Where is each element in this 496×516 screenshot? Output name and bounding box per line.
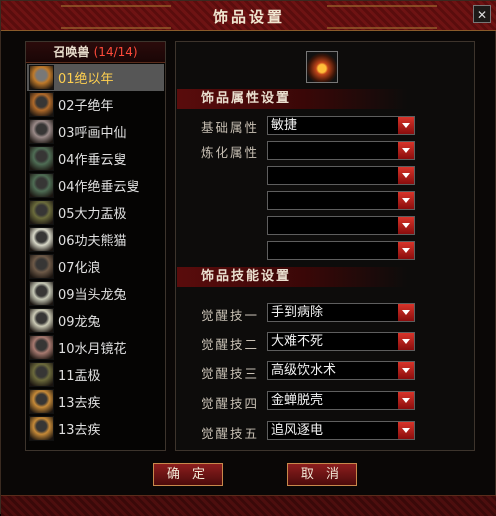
summon-name: 02子绝年 — [58, 99, 114, 114]
skill-dropdown-5[interactable]: 追风逐电 — [267, 421, 415, 440]
summon-avatar — [29, 362, 54, 387]
skill-label-5: 觉醒技五 — [201, 426, 260, 441]
summon-name: 05大力盂极 — [58, 207, 127, 222]
summon-list-item[interactable]: 10水月镜花 — [27, 334, 164, 361]
summon-avatar — [29, 335, 54, 360]
base-attr-dropdown[interactable]: 敏捷 — [267, 116, 415, 135]
summon-avatar — [29, 281, 54, 306]
summon-name: 13去疾 — [58, 396, 101, 411]
chevron-down-icon[interactable] — [398, 304, 414, 321]
summon-avatar — [29, 92, 54, 117]
skill-dropdown-1[interactable]: 手到病除 — [267, 303, 415, 322]
summon-list-panel: 召唤兽 (14/14) 01绝以年 02子绝年 03呼画中仙 04作垂云叟 04作绝垂云… — [25, 41, 166, 451]
bottom-decoration — [1, 495, 496, 516]
summon-name: 09龙兔 — [58, 315, 101, 330]
chevron-down-icon[interactable] — [398, 167, 414, 184]
summon-count: (14/14) — [93, 45, 138, 59]
summon-name: 10水月镜花 — [58, 342, 127, 357]
base-attr-value: 敏捷 — [271, 118, 298, 133]
summon-list-item[interactable]: 13去疾 — [27, 388, 164, 415]
chevron-down-icon[interactable] — [398, 392, 414, 409]
refine-attr-dropdown-3[interactable] — [267, 191, 415, 210]
refine-attr-dropdown-2[interactable] — [267, 166, 415, 185]
accessory-slot-icon[interactable] — [306, 51, 338, 83]
summon-avatar — [29, 308, 54, 333]
summon-avatar — [29, 227, 54, 252]
summon-name: 07化浪 — [58, 261, 101, 276]
skill-dropdown-2[interactable]: 大难不死 — [267, 332, 415, 351]
summon-name: 03呼画中仙 — [58, 126, 127, 141]
window-title: 饰品设置 — [212, 8, 285, 26]
summon-avatar — [29, 254, 54, 279]
skill-section-header: 饰品技能设置 — [177, 267, 407, 287]
skill-label-2: 觉醒技二 — [201, 337, 260, 352]
base-attr-label: 基础属性 — [201, 120, 260, 135]
summon-list-item[interactable]: 02子绝年 — [27, 91, 164, 118]
summon-name: 04作垂云叟 — [58, 153, 127, 168]
close-button[interactable]: ✕ — [473, 5, 491, 23]
summon-list-item[interactable]: 06功夫熊猫 — [27, 226, 164, 253]
summon-list-item[interactable]: 04作垂云叟 — [27, 145, 164, 172]
refine-attr-dropdown-5[interactable] — [267, 241, 415, 260]
summon-list-item[interactable]: 07化浪 — [27, 253, 164, 280]
summon-list-item[interactable]: 11盂极 — [27, 361, 164, 388]
chevron-down-icon[interactable] — [398, 192, 414, 209]
summon-avatar — [29, 416, 54, 441]
chevron-down-icon[interactable] — [398, 242, 414, 259]
summon-avatar — [29, 200, 54, 225]
summon-avatar — [29, 119, 54, 144]
chevron-down-icon[interactable] — [398, 362, 414, 379]
refine-attr-dropdown-1[interactable] — [267, 141, 415, 160]
skill-value-3: 高级饮水术 — [271, 363, 337, 378]
summon-name: 01绝以年 — [58, 72, 114, 87]
chevron-down-icon[interactable] — [398, 217, 414, 234]
skill-value-4: 金蝉脱壳 — [271, 393, 324, 408]
summon-name: 06功夫熊猫 — [58, 234, 127, 249]
summon-list-title: 召唤兽 — [53, 45, 90, 59]
skill-label-1: 觉醒技一 — [201, 308, 260, 323]
skill-label-3: 觉醒技三 — [201, 366, 260, 381]
summon-list-item[interactable]: 09龙兔 — [27, 307, 164, 334]
close-icon: ✕ — [476, 8, 488, 22]
summon-avatar — [29, 146, 54, 171]
skill-dropdown-3[interactable]: 高级饮水术 — [267, 361, 415, 380]
refine-attr-label: 炼化属性 — [201, 145, 260, 160]
summon-name: 11盂极 — [58, 369, 101, 384]
summon-name: 13去疾 — [58, 423, 101, 438]
summon-avatar — [29, 389, 54, 414]
title-bar[interactable]: 饰品设置 ✕ — [1, 1, 496, 31]
summon-list-item[interactable]: 01绝以年 — [27, 64, 164, 91]
refine-attr-dropdown-4[interactable] — [267, 216, 415, 235]
confirm-button[interactable]: 确 定 — [153, 463, 223, 486]
skill-value-5: 追风逐电 — [271, 423, 324, 438]
skill-value-1: 手到病除 — [271, 305, 324, 320]
summon-list-item[interactable]: 04作绝垂云叟 — [27, 172, 164, 199]
summon-list-item[interactable]: 05大力盂极 — [27, 199, 164, 226]
chevron-down-icon[interactable] — [398, 333, 414, 350]
summon-list-item[interactable]: 09当头龙兔 — [27, 280, 164, 307]
summon-name: 09当头龙兔 — [58, 288, 127, 303]
cancel-button[interactable]: 取 消 — [287, 463, 357, 486]
summon-avatar — [29, 173, 54, 198]
attr-section-header: 饰品属性设置 — [177, 89, 407, 109]
accessory-settings-window: 饰品设置 ✕ 召唤兽 (14/14) 01绝以年 02子绝年 03呼画中仙 04作垂云… — [0, 0, 496, 516]
chevron-down-icon[interactable] — [398, 142, 414, 159]
summon-avatar — [29, 65, 54, 90]
skill-label-4: 觉醒技四 — [201, 396, 260, 411]
skill-value-2: 大难不死 — [271, 334, 324, 349]
chevron-down-icon[interactable] — [398, 422, 414, 439]
summon-list: 01绝以年 02子绝年 03呼画中仙 04作垂云叟 04作绝垂云叟 05大力盂极 06功夫熊… — [27, 64, 164, 442]
summon-list-item[interactable]: 13去疾 — [27, 415, 164, 442]
summon-list-header: 召唤兽 (14/14) — [26, 42, 165, 63]
summon-name: 04作绝垂云叟 — [58, 180, 140, 195]
summon-list-item[interactable]: 03呼画中仙 — [27, 118, 164, 145]
chevron-down-icon[interactable] — [398, 117, 414, 134]
skill-dropdown-4[interactable]: 金蝉脱壳 — [267, 391, 415, 410]
